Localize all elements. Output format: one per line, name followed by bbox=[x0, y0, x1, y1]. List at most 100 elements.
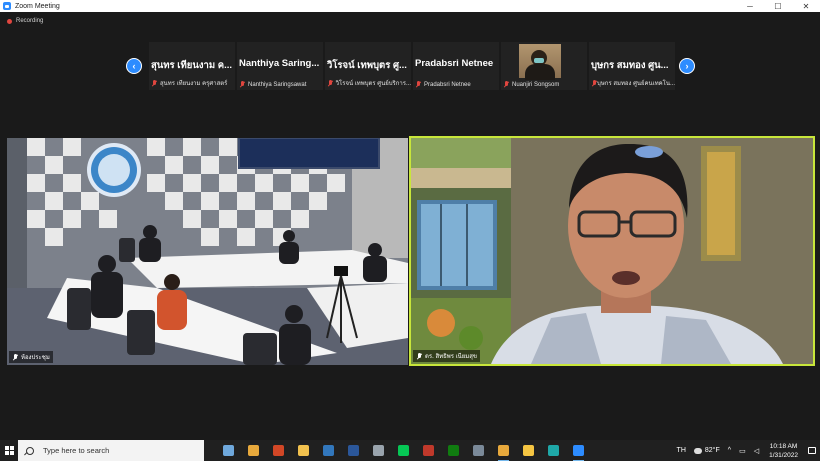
video-participant-name: ห้องประชุม bbox=[21, 355, 50, 361]
meeting-room-scene bbox=[7, 138, 408, 365]
taskbar-app-zoom[interactable] bbox=[566, 440, 591, 461]
file-app-icon bbox=[373, 445, 384, 456]
powerpoint-icon bbox=[273, 445, 284, 456]
taskbar-clock[interactable]: 10:18 AM 1/31/2022 bbox=[769, 442, 798, 460]
mic-muted-icon bbox=[415, 81, 421, 88]
mic-muted-icon bbox=[416, 352, 422, 360]
zoom-icon bbox=[573, 445, 584, 456]
volume-icon[interactable]: ◁ bbox=[754, 447, 759, 455]
mic-muted-icon bbox=[12, 353, 18, 361]
recording-label: Recording bbox=[16, 18, 44, 24]
participant-display-name: วิโรจน์ เทพบุตร ศู... bbox=[327, 60, 407, 71]
participant-name-tag: Nuanjiri Songsom bbox=[503, 81, 587, 88]
input-language-indicator[interactable]: TH bbox=[677, 447, 686, 454]
active-speaker-scene bbox=[411, 138, 813, 364]
chrome-2-icon bbox=[498, 445, 509, 456]
participant-display-name: บุษกร สมทอง ศูน... bbox=[591, 60, 669, 71]
taskbar-app-powerpoint[interactable] bbox=[266, 440, 291, 461]
participant-body-shape bbox=[525, 64, 555, 80]
participant-name: Nanthiya Saringsawat bbox=[248, 81, 307, 88]
taskbar-app-file-app[interactable] bbox=[366, 440, 391, 461]
participant-display-name: สุนทร เทียนงาม ค... bbox=[151, 60, 233, 71]
taskbar-app-line[interactable] bbox=[391, 440, 416, 461]
participant-tile[interactable]: สุนทร เทียนงาม ค... สุนทร เทียนงาม ครุศา… bbox=[149, 42, 235, 90]
notification-center-button[interactable]: 6 bbox=[804, 440, 820, 461]
start-button[interactable] bbox=[0, 440, 18, 461]
window-title-bar: Zoom Meeting ─ ☐ ✕ bbox=[0, 0, 820, 12]
mic-muted-icon bbox=[239, 81, 245, 88]
taskbar-app-word[interactable] bbox=[341, 440, 366, 461]
meeting-room-video[interactable]: ห้องประชุม bbox=[7, 138, 408, 365]
show-hidden-icons-chevron-icon[interactable]: ^ bbox=[728, 447, 731, 454]
participant-strip: ‹ สุนทร เทียนงาม ค... สุนทร เทียนงาม ครุ… bbox=[0, 40, 820, 92]
recording-indicator[interactable]: Recording bbox=[7, 18, 43, 24]
maximize-button[interactable]: ☐ bbox=[764, 0, 792, 12]
face-mask-shape bbox=[534, 58, 544, 63]
participant-name-tag: วิโรจน์ เทพบุตร ศูนย์บริการ... bbox=[327, 78, 411, 88]
xbox-icon bbox=[448, 445, 459, 456]
record-dot-icon bbox=[7, 18, 12, 24]
media-player-icon bbox=[298, 445, 309, 456]
taskbar-app-xbox[interactable] bbox=[441, 440, 466, 461]
taskbar-app-task-view[interactable] bbox=[216, 440, 241, 461]
edge-icon bbox=[548, 445, 559, 456]
participant-tile[interactable]: วิโรจน์ เทพบุตร ศู... วิโรจน์ เทพบุตร ศู… bbox=[325, 42, 411, 90]
participant-name: Nuanjiri Songsom bbox=[512, 81, 560, 88]
file-explorer-icon bbox=[523, 445, 534, 456]
participant-tile[interactable]: Pradabsri Netnee Pradabsri Netnee bbox=[413, 42, 499, 90]
taskbar-app-chrome-2[interactable] bbox=[491, 440, 516, 461]
participant-name: บุษกร สมทอง ศูนย์คนเทคโน... bbox=[597, 81, 675, 87]
weather-icon bbox=[693, 447, 702, 454]
participant-tile[interactable]: Nanthiya Saring... Nanthiya Saringsawat bbox=[237, 42, 323, 90]
active-speaker-video[interactable]: ดร. สิทธิพร เนียมสุข bbox=[409, 136, 815, 366]
mic-muted-icon bbox=[591, 79, 596, 87]
taskbar-search-box[interactable]: Type here to search bbox=[18, 440, 204, 461]
network-icon[interactable]: ▭ bbox=[739, 447, 746, 455]
participant-name-tag: บุษกร สมทอง ศูนย์คนเทคโน... bbox=[591, 78, 675, 88]
video-name-tag: ดร. สิทธิพร เนียมสุข bbox=[413, 350, 480, 362]
prev-page-button[interactable]: ‹ bbox=[126, 58, 142, 74]
participant-name: วิโรจน์ เทพบุตร ศูนย์บริการ... bbox=[335, 81, 411, 87]
video-participant-name: ดร. สิทธิพร เนียมสุข bbox=[425, 354, 477, 360]
participant-video-thumbnail bbox=[519, 44, 561, 80]
close-button[interactable]: ✕ bbox=[792, 0, 820, 12]
window-title: Zoom Meeting bbox=[15, 2, 60, 10]
windows-taskbar: Type here to search TH 82°F ^ ▭ ◁ 10:18 … bbox=[0, 440, 820, 461]
participant-name: สุนทร เทียนงาม ครุศาสตร์ bbox=[160, 81, 228, 87]
chevron-right-icon: › bbox=[685, 61, 689, 71]
zoom-app-icon bbox=[3, 2, 11, 10]
taskbar-apps bbox=[216, 440, 591, 461]
participant-display-name: Pradabsri Netnee bbox=[415, 58, 494, 69]
clock-time: 10:18 AM bbox=[769, 442, 798, 450]
taskbar-app-calculator[interactable] bbox=[466, 440, 491, 461]
mic-muted-icon bbox=[503, 81, 509, 88]
search-icon bbox=[26, 446, 34, 455]
participant-tile[interactable]: บุษกร สมทอง ศูน... บุษกร สมทอง ศูนย์คนเท… bbox=[589, 42, 675, 90]
windows-logo-icon bbox=[4, 446, 14, 455]
taskbar-app-chrome[interactable] bbox=[241, 440, 266, 461]
taskbar-app-edge-legacy[interactable] bbox=[316, 440, 341, 461]
game-app-icon bbox=[423, 445, 434, 456]
weather-temperature: 82°F bbox=[704, 447, 720, 454]
participant-tile-video[interactable]: Nuanjiri Songsom bbox=[501, 42, 587, 90]
line-icon bbox=[398, 445, 409, 456]
search-placeholder: Type here to search bbox=[43, 446, 110, 455]
next-page-button[interactable]: › bbox=[679, 58, 695, 74]
edge-legacy-icon bbox=[323, 445, 334, 456]
weather-widget[interactable]: 82°F bbox=[693, 447, 720, 454]
participant-name: Pradabsri Netnee bbox=[424, 81, 471, 88]
window-controls: ─ ☐ ✕ bbox=[736, 0, 820, 12]
taskbar-app-edge[interactable] bbox=[541, 440, 566, 461]
participant-display-name: Nanthiya Saring... bbox=[239, 58, 320, 69]
clock-date: 1/31/2022 bbox=[769, 451, 798, 459]
participant-name-tag: Nanthiya Saringsawat bbox=[239, 81, 323, 88]
participant-name-tag: สุนทร เทียนงาม ครุศาสตร์ bbox=[151, 78, 235, 88]
minimize-button[interactable]: ─ bbox=[736, 0, 764, 12]
task-view-icon bbox=[223, 445, 234, 456]
taskbar-app-game-app[interactable] bbox=[416, 440, 441, 461]
taskbar-app-file-explorer[interactable] bbox=[516, 440, 541, 461]
calculator-icon bbox=[473, 445, 484, 456]
video-name-tag: ห้องประชุม bbox=[9, 351, 53, 363]
word-icon bbox=[348, 445, 359, 456]
taskbar-app-media-player[interactable] bbox=[291, 440, 316, 461]
